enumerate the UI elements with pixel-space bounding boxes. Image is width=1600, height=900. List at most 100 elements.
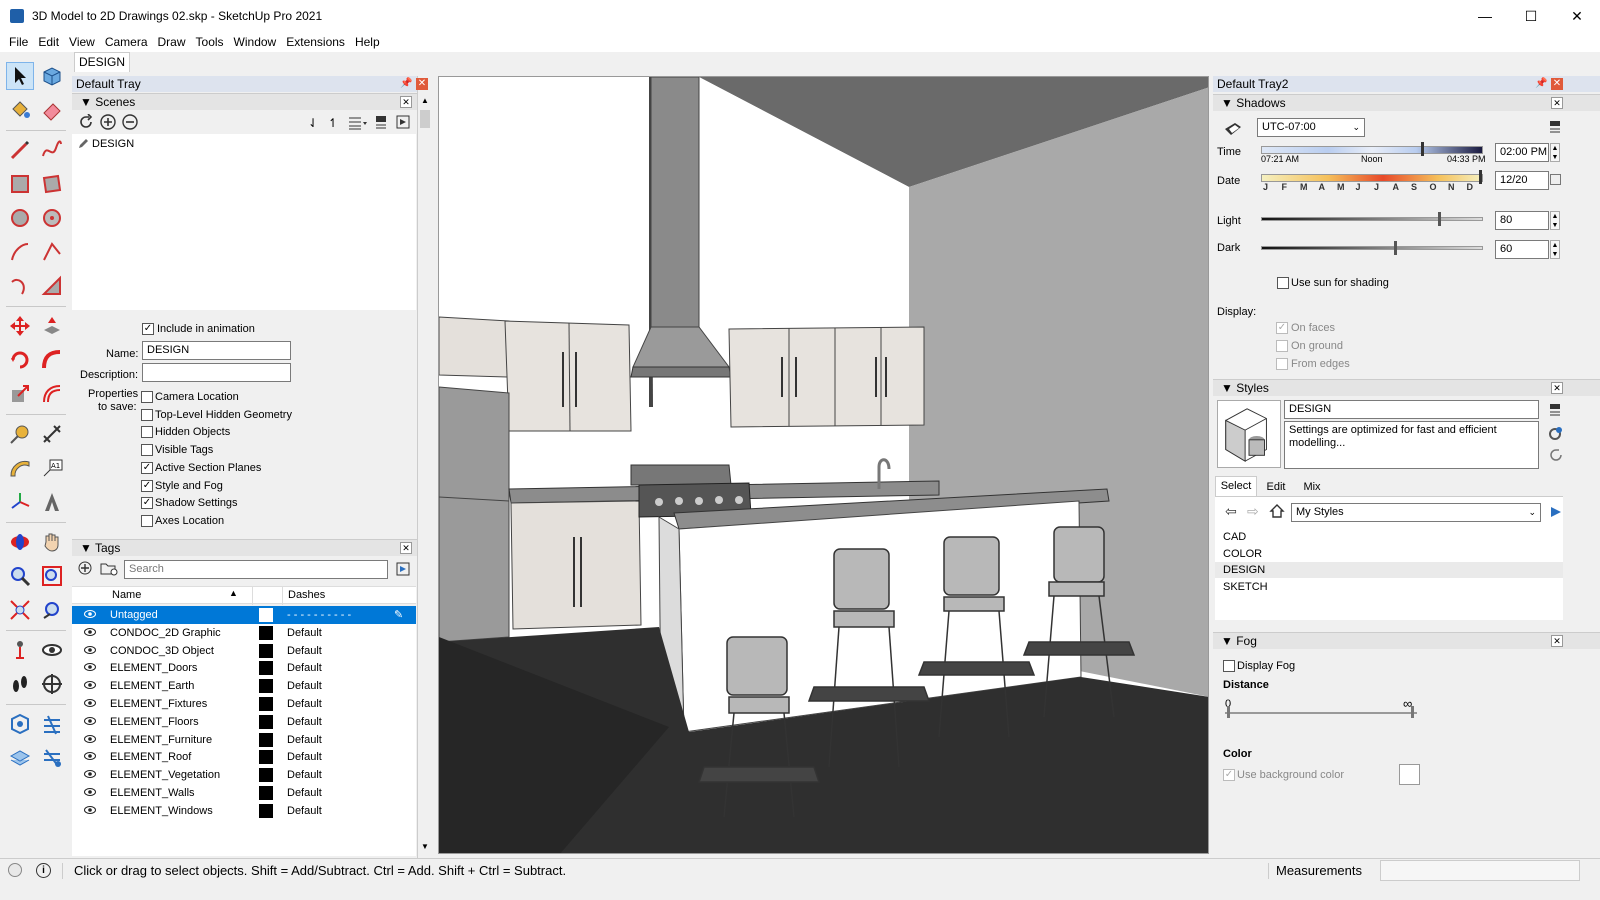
3d-viewport[interactable] [438, 76, 1209, 854]
timezone-select[interactable]: UTC-07:00 ⌄ [1257, 118, 1365, 137]
axes-location-checkbox[interactable] [141, 514, 153, 527]
info-icon[interactable]: i [36, 863, 51, 878]
three-point-arc-icon[interactable] [6, 272, 34, 300]
text-tool-icon[interactable]: A1 [38, 454, 66, 482]
visibility-eye-icon[interactable] [84, 752, 96, 761]
dark-slider[interactable] [1261, 246, 1483, 250]
tag-row[interactable]: CONDOC_3D Object Default [72, 642, 416, 660]
style-name-input[interactable]: DESIGN [1284, 400, 1539, 419]
section-plane-icon[interactable] [38, 670, 66, 698]
push-pull-icon[interactable] [38, 312, 66, 340]
style-and-fog-checkbox[interactable]: ✓ [141, 479, 153, 492]
tag-dashes[interactable]: Default [287, 659, 322, 677]
scroll-thumb[interactable] [420, 110, 430, 128]
menu-edit[interactable]: Edit [37, 35, 60, 49]
visibility-eye-icon[interactable] [84, 663, 96, 672]
shadow-details-icon[interactable] [1549, 120, 1561, 134]
eraser-icon[interactable] [38, 96, 66, 124]
update-style-icon[interactable] [1547, 426, 1563, 442]
add-scene-icon[interactable] [100, 114, 116, 130]
style-list-item[interactable]: DESIGN [1215, 562, 1563, 578]
tag-dashes[interactable]: Default [287, 695, 322, 713]
fog-color-swatch[interactable] [1399, 764, 1420, 785]
tag-dashes[interactable]: Default [287, 677, 322, 695]
use-background-checkbox[interactable]: ✓ [1223, 769, 1235, 781]
on-faces-checkbox[interactable]: ✓ [1276, 322, 1288, 334]
menu-camera[interactable]: Camera [104, 35, 149, 49]
move-scene-down-icon[interactable]: ⇃ [308, 116, 318, 130]
home-icon[interactable] [1269, 503, 1285, 519]
refresh-style-icon[interactable] [1549, 448, 1563, 462]
visibility-eye-icon[interactable] [84, 734, 96, 743]
view-options-icon[interactable] [348, 116, 368, 130]
extension-warehouse-icon[interactable] [38, 710, 66, 738]
tag-row[interactable]: ELEMENT_Walls Default [72, 784, 416, 802]
menu-view[interactable]: View [68, 35, 96, 49]
visibility-eye-icon[interactable] [84, 805, 96, 814]
tag-color-swatch[interactable] [259, 732, 273, 747]
tags-search-input[interactable]: Search [124, 560, 388, 579]
3d-text-icon[interactable] [38, 488, 66, 516]
visibility-eye-icon[interactable] [84, 770, 96, 779]
zoom-extents-icon[interactable] [6, 596, 34, 624]
geo-location-icon[interactable] [8, 863, 22, 877]
styles-tab-mix[interactable]: Mix [1297, 476, 1327, 496]
sort-ascending-icon[interactable]: ▲ [229, 588, 238, 598]
time-slider-thumb[interactable] [1421, 142, 1424, 156]
scene-tab-design[interactable]: DESIGN [74, 52, 130, 72]
dark-input[interactable]: 60 [1495, 240, 1549, 259]
offset-tool-icon[interactable] [38, 380, 66, 408]
tag-name[interactable]: ELEMENT_Walls [110, 784, 195, 802]
date-slider[interactable] [1261, 174, 1483, 182]
scroll-down-icon[interactable]: ▼ [421, 842, 429, 851]
orbit-tool-icon[interactable] [6, 528, 34, 556]
zoom-tool-icon[interactable] [6, 562, 34, 590]
two-point-arc-icon[interactable] [38, 238, 66, 266]
walk-tool-icon[interactable] [6, 670, 34, 698]
fog-panel-header[interactable]: ▼ Fog [1213, 632, 1600, 649]
visibility-eye-icon[interactable] [84, 681, 96, 690]
tag-name[interactable]: ELEMENT_Earth [110, 677, 194, 695]
style-list-item[interactable]: CAD [1215, 529, 1563, 545]
tag-dashes[interactable]: Default [287, 802, 322, 820]
measurements-input[interactable] [1380, 860, 1580, 881]
tag-row[interactable]: ELEMENT_Roof Default [72, 748, 416, 766]
layout-send-icon[interactable] [6, 744, 34, 772]
select-tool-icon[interactable] [6, 62, 34, 90]
date-input[interactable]: 12/20 [1495, 171, 1549, 190]
panel-menu-icon[interactable] [396, 115, 410, 129]
style-details-icon[interactable] [1549, 505, 1563, 519]
tag-name[interactable]: ELEMENT_Doors [110, 659, 197, 677]
dark-spinner[interactable]: ▲ ▼ [1550, 240, 1560, 259]
visibility-eye-icon[interactable] [84, 699, 96, 707]
add-tag-folder-icon[interactable] [100, 560, 118, 576]
fog-distance-slider[interactable] [1225, 712, 1417, 714]
tag-dashes[interactable]: Default [287, 784, 322, 802]
move-tool-icon[interactable] [6, 312, 34, 340]
light-slider[interactable] [1261, 217, 1483, 221]
tag-dashes[interactable]: Default [287, 748, 322, 766]
tag-dashes[interactable]: Default [287, 731, 322, 749]
style-description-box[interactable]: Settings are optimized for fast and effi… [1284, 421, 1539, 469]
tag-row[interactable]: ELEMENT_Floors Default [72, 713, 416, 731]
close-panel-icon[interactable]: ✕ [400, 96, 412, 108]
protractor-icon[interactable] [6, 454, 34, 482]
scale-tool-icon[interactable] [6, 380, 34, 408]
tag-color-swatch[interactable] [259, 608, 273, 622]
from-edges-checkbox[interactable] [1276, 358, 1288, 370]
close-tray-icon[interactable]: ✕ [1551, 78, 1563, 90]
tag-row[interactable]: ELEMENT_Windows Default [72, 802, 416, 820]
back-arrow-icon[interactable]: ⇦ [1225, 503, 1237, 520]
tag-name[interactable]: ELEMENT_Windows [110, 802, 213, 820]
close-button[interactable]: ✕ [1554, 0, 1600, 32]
tag-color-swatch[interactable] [259, 643, 273, 658]
shadows-panel-header[interactable]: ▼ Shadows [1213, 94, 1600, 111]
tag-row[interactable]: ELEMENT_Fixtures Default [72, 695, 416, 713]
tag-color-swatch[interactable] [259, 661, 273, 676]
scroll-up-icon[interactable]: ▲ [421, 96, 429, 105]
tag-color-swatch[interactable] [259, 750, 273, 765]
freehand-tool-icon[interactable] [38, 136, 66, 164]
tags-panel-header[interactable]: ▼ Tags [72, 539, 417, 556]
tag-name[interactable]: ELEMENT_Floors [110, 713, 199, 731]
tag-row[interactable]: CONDOC_2D Graphic Default [72, 624, 416, 642]
